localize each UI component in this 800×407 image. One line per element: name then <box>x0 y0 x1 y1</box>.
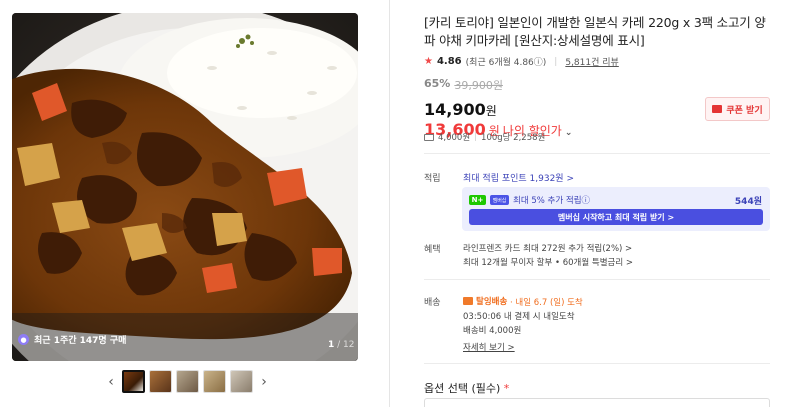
cart-icon: ● <box>18 334 29 345</box>
weekly-buyers-text: 최근 1주간 147명 구매 <box>34 336 127 346</box>
shipping-fee-mini: 4,000원 <box>438 133 471 143</box>
option-select-label: 옵션 선택 (필수) * <box>424 380 509 396</box>
points-label: 적립 <box>424 174 441 184</box>
thumbnail-3[interactable] <box>176 370 199 393</box>
divider <box>424 279 770 280</box>
unit-price: 100g당 2,258원 <box>481 133 546 143</box>
delivery-fee: 배송비 4,000원 <box>463 326 522 336</box>
npay-plus-icon: N+ <box>469 195 486 205</box>
arrival-date: · 내일 6.7 (일) 도착 <box>509 298 583 308</box>
membership-badge: 멤버십 <box>490 195 509 205</box>
thumbnail-5[interactable] <box>230 370 253 393</box>
coupon-button[interactable]: 쿠폰 받기 <box>705 97 770 121</box>
divider <box>424 153 770 154</box>
product-title: [카리 토리야] 일본인이 개발한 일본식 카레 220g x 3팩 소고기 양… <box>424 15 766 48</box>
discount-row: 65% 39,900원 <box>424 77 776 93</box>
rating-score: 4.86 <box>436 56 462 67</box>
star-icon: ★ <box>424 56 433 67</box>
membership-start-button[interactable]: 멤버십 시작하고 최대 적립 받기 > <box>469 209 763 225</box>
sale-price-unit: 원 <box>485 104 497 118</box>
review-count-link[interactable]: 5,811건 리뷰 <box>565 55 618 68</box>
shipping-separator: | <box>474 132 478 142</box>
option-select[interactable] <box>424 398 770 407</box>
extra-points-text[interactable]: 최대 5% 추가 적립ⓘ <box>513 194 590 206</box>
delivery-cutoff: 03:50:06 내 결제 시 내일도착 <box>463 312 575 322</box>
thumbnail-2[interactable] <box>149 370 172 393</box>
delivery-label: 배송 <box>424 298 441 308</box>
required-mark: * <box>503 382 510 395</box>
benefits-label: 혜택 <box>424 245 441 255</box>
max-points-link[interactable]: 최대 적립 포인트 1,932원 > <box>463 171 574 184</box>
extra-points-amount: 544원 <box>734 197 762 207</box>
fast-delivery-text: 탈잉배송 <box>476 297 508 307</box>
installment-benefit-link[interactable]: 최대 12개월 무이자 할부 • 60개월 특별금리 > <box>463 256 633 268</box>
product-main-image[interactable] <box>12 13 358 361</box>
thumbnail-1[interactable] <box>122 370 145 393</box>
rating-detail[interactable]: (최근 6개월 4.86ⓘ) <box>466 55 547 68</box>
curry-photo <box>12 13 358 361</box>
sale-price-value: 14,900 <box>424 100 486 119</box>
coupon-icon <box>712 105 723 113</box>
rating-separator: | <box>554 56 558 67</box>
membership-points-box: N+ 멤버십 최대 5% 추가 적립ⓘ 544원 멤버십 시작하고 최대 적립 … <box>462 187 770 231</box>
image-counter-current: 1 <box>328 340 335 350</box>
fast-delivery-badge: 탈잉배송 <box>463 295 507 307</box>
card-benefit-link[interactable]: 라인프렌즈 카드 최대 272원 추가 적립(2%) > <box>463 242 632 254</box>
coupon-button-label: 쿠폰 받기 <box>726 105 763 116</box>
weekly-buyers-badge: ● 최근 1주간 147명 구매 <box>18 333 126 346</box>
chevron-down-icon: ⌄ <box>564 128 573 138</box>
chevron-left-icon: ‹ <box>108 373 114 390</box>
truck-icon <box>424 133 434 141</box>
thumbnail-next-button[interactable]: › <box>257 371 271 393</box>
thumbnail-prev-button[interactable]: ‹ <box>104 371 118 393</box>
option-label-text: 옵션 선택 (필수) <box>424 382 501 395</box>
truck-icon <box>463 297 473 305</box>
thumbnail-strip: ‹ › <box>104 370 271 393</box>
image-counter: 1 / 12 <box>328 340 355 350</box>
extra-points-row: N+ 멤버십 최대 5% 추가 적립ⓘ <box>469 194 590 206</box>
shipping-summary: 4,000원 | 100g당 2,258원 <box>424 131 545 143</box>
delivery-detail-link[interactable]: 자세히 보기 > <box>463 341 515 353</box>
delivery-arrival-row: 탈잉배송 · 내일 6.7 (일) 도착 <box>463 295 583 308</box>
discount-percent: 65% <box>424 77 451 90</box>
chevron-right-icon: › <box>261 373 267 390</box>
divider <box>424 363 770 364</box>
column-divider <box>389 0 390 407</box>
original-price: 39,900원 <box>454 79 503 92</box>
rating-row: ★ 4.86 (최근 6개월 4.86ⓘ) | 5,811건 리뷰 <box>424 55 776 68</box>
thumbnail-4[interactable] <box>203 370 226 393</box>
image-counter-total: / 12 <box>337 340 355 350</box>
